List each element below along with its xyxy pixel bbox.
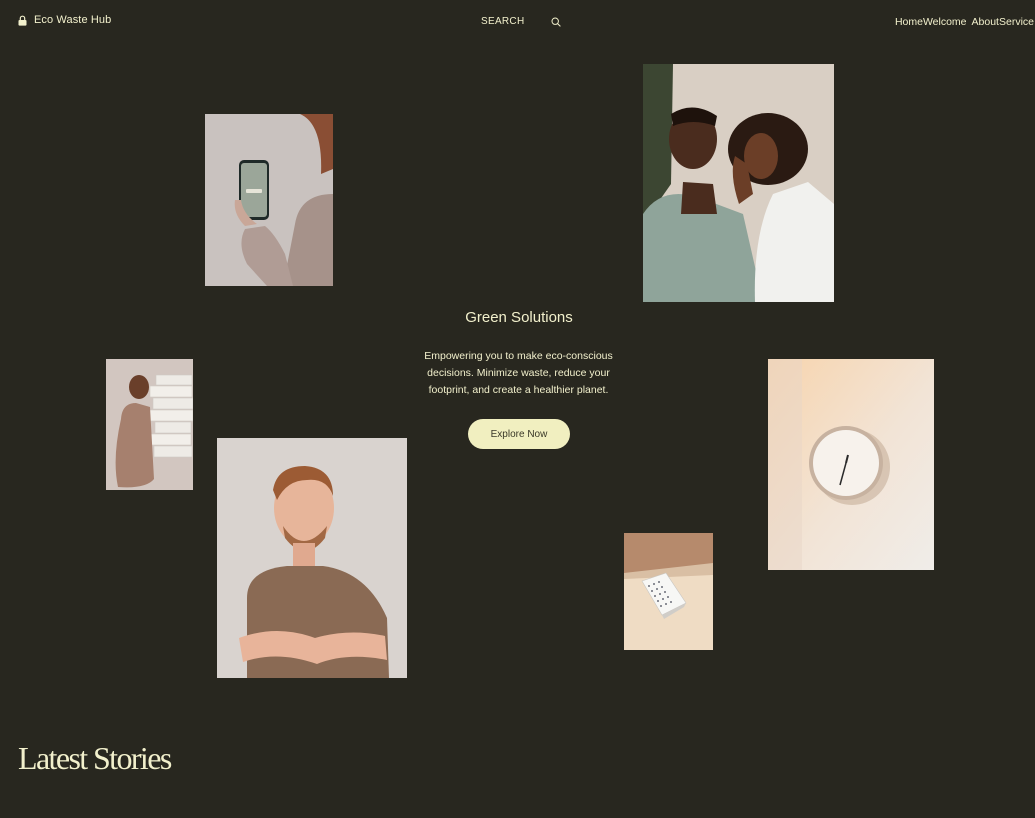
latest-stories-heading: Latest Stories bbox=[18, 740, 172, 776]
lock-icon bbox=[18, 15, 27, 26]
wall-clock-photo bbox=[768, 359, 934, 570]
couple-photo bbox=[643, 64, 834, 302]
search-icon bbox=[551, 16, 562, 27]
search-label: SEARCH bbox=[481, 16, 525, 27]
explore-now-button[interactable]: Explore Now bbox=[468, 419, 570, 449]
nav-item-home[interactable]: Home bbox=[895, 16, 923, 28]
search-button[interactable]: SEARCH bbox=[481, 16, 562, 27]
site-logo[interactable]: Eco Waste Hub bbox=[18, 14, 111, 26]
phone-in-hand-photo bbox=[205, 114, 333, 286]
site-header: Eco Waste Hub SEARCH Home Welcome About … bbox=[0, 0, 1035, 46]
main-nav: Home Welcome About Service bbox=[895, 16, 1034, 28]
nav-item-about[interactable]: About bbox=[972, 16, 999, 28]
boxes-stack-photo bbox=[106, 359, 193, 490]
site-name: Eco Waste Hub bbox=[34, 14, 112, 26]
smiling-man-photo bbox=[217, 438, 407, 678]
nav-item-service[interactable]: Service bbox=[999, 16, 1034, 28]
desk-calendar-photo bbox=[624, 533, 713, 650]
hero-description: Empowering you to make eco-conscious dec… bbox=[424, 350, 613, 396]
nav-item-welcome[interactable]: Welcome bbox=[923, 16, 967, 28]
hero-title: Green Solutions bbox=[465, 309, 573, 326]
